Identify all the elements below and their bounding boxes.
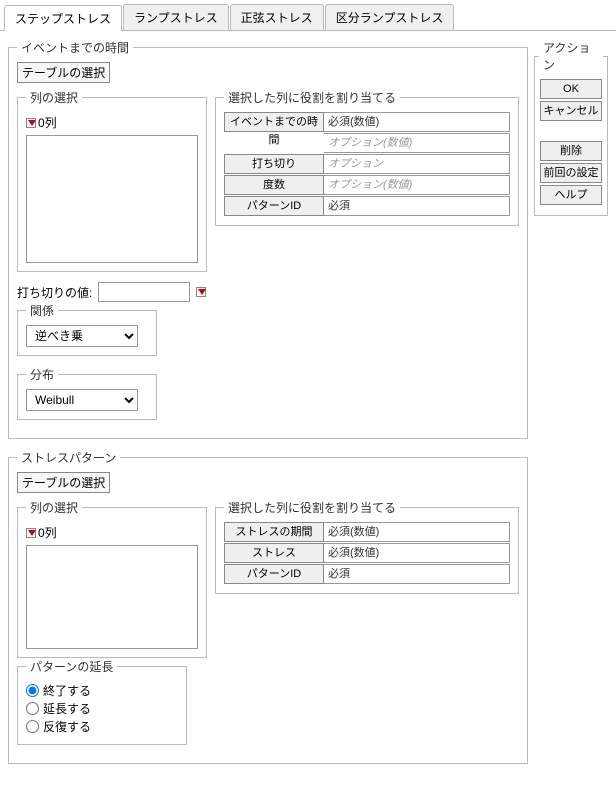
sp-role-pattern-id-button[interactable]: パターンID [224,564,324,584]
actions-legend: アクション [539,39,603,73]
sp-column-count-label: 0列 [38,524,57,541]
pattern-extension-group: パターンの延長 終了する 延長する 反復する [17,658,187,745]
sp-column-listbox[interactable] [26,545,198,649]
pattern-ext-extend-radio[interactable] [26,702,39,715]
censor-value-label: 打ち切りの値: [17,284,92,301]
censor-value-menu-icon[interactable] [196,287,206,297]
role-censor-button[interactable]: 打ち切り [224,154,324,174]
col-select-group: 列の選択 0列 [17,89,207,272]
sp-role-pattern-id-field[interactable]: 必須 [324,564,510,584]
time-to-event-group: イベントまでの時間 テーブルの選択 列の選択 0列 選択した列に役 [8,39,528,439]
stress-pattern-legend: ストレスパターン [17,449,120,466]
cancel-button[interactable]: キャンセル [540,101,602,121]
pattern-ext-repeat-label: 反復する [43,718,91,735]
sp-table-select-button[interactable]: テーブルの選択 [17,472,110,493]
pattern-ext-terminate-radio[interactable] [26,684,39,697]
tab-ramp-stress[interactable]: ランプストレス [123,4,229,30]
role-stress-field[interactable]: 必須(数値) [324,543,510,563]
stress-pattern-group: ストレスパターン テーブルの選択 列の選択 0列 選択した列に役割 [8,449,528,764]
distribution-select[interactable]: Weibull [26,389,138,411]
role-freq-field[interactable]: オプション(数値) [324,175,510,195]
relation-group: 関係 逆べき乗 [17,302,157,356]
tab-strip: ステップストレス ランプストレス 正弦ストレス 区分ランプストレス [0,0,616,31]
role-time-to-event-field[interactable]: 必須(数値) [324,112,510,132]
table-select-button[interactable]: テーブルの選択 [17,62,110,83]
tab-sine-stress[interactable]: 正弦ストレス [230,4,324,30]
column-count-label: 0列 [38,114,57,131]
sp-role-assign-legend: 選択した列に役割を割り当てる [224,499,400,516]
role-pattern-id-button[interactable]: パターンID [224,196,324,216]
pattern-ext-extend[interactable]: 延長する [26,700,178,717]
sp-col-select-legend: 列の選択 [26,499,82,516]
pattern-ext-terminate-label: 終了する [43,682,91,699]
role-stress-duration-field[interactable]: 必須(数値) [324,522,510,542]
column-menu-icon[interactable] [26,118,36,128]
relation-select[interactable]: 逆べき乗 [26,325,138,347]
relation-legend: 関係 [26,302,58,319]
role-assign-group: 選択した列に役割を割り当てる イベントまでの時間 必須(数値) オプション(数値… [215,89,519,226]
role-time-to-event-option-field[interactable]: オプション(数値) [324,133,510,153]
column-listbox[interactable] [26,135,198,263]
pattern-ext-repeat-radio[interactable] [26,720,39,733]
delete-button[interactable]: 削除 [540,141,602,161]
role-stress-button[interactable]: ストレス [224,543,324,563]
role-stress-duration-button[interactable]: ストレスの期間 [224,522,324,542]
role-censor-field[interactable]: オプション [324,154,510,174]
col-select-legend: 列の選択 [26,89,82,106]
sp-role-assign-group: 選択した列に役割を割り当てる ストレスの期間 必須(数値) ストレス 必須(数値… [215,499,519,594]
pattern-extension-legend: パターンの延長 [26,658,117,675]
role-assign-legend: 選択した列に役割を割り当てる [224,89,400,106]
role-time-to-event-button[interactable]: イベントまでの時間 [224,112,324,132]
recall-button[interactable]: 前回の設定 [540,163,602,183]
role-freq-button[interactable]: 度数 [224,175,324,195]
sp-col-select-group: 列の選択 0列 [17,499,207,658]
pattern-ext-terminate[interactable]: 終了する [26,682,178,699]
pattern-ext-repeat[interactable]: 反復する [26,718,178,735]
tab-step-stress[interactable]: ステップストレス [4,5,122,31]
distribution-legend: 分布 [26,366,58,383]
censor-value-input[interactable] [98,282,190,302]
time-to-event-legend: イベントまでの時間 [17,39,133,56]
sp-column-menu-icon[interactable] [26,528,36,538]
actions-group: アクション OK キャンセル 削除 前回の設定 ヘルプ [534,39,608,216]
distribution-group: 分布 Weibull [17,366,157,420]
ok-button[interactable]: OK [540,79,602,99]
pattern-ext-extend-label: 延長する [43,700,91,717]
role-pattern-id-field[interactable]: 必須 [324,196,510,216]
tab-piecewise-ramp-stress[interactable]: 区分ランプストレス [325,4,455,30]
help-button[interactable]: ヘルプ [540,185,602,205]
